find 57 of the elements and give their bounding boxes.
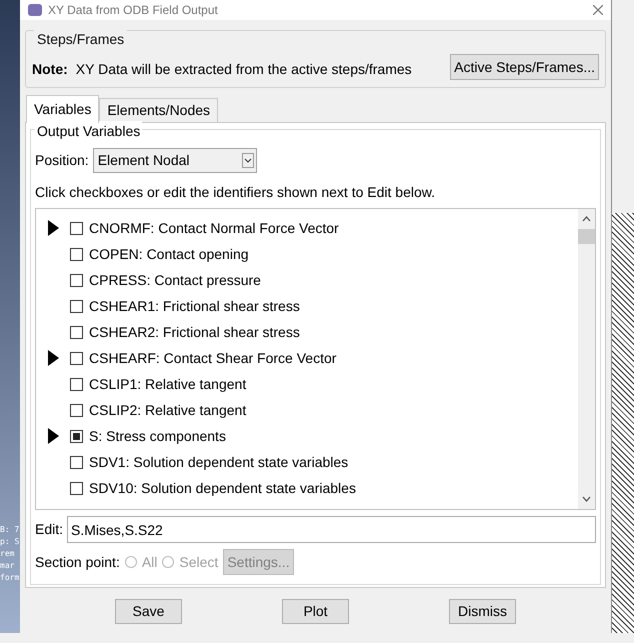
dialog-button[interactable]: Dismiss — [449, 599, 516, 624]
expand-triangle-icon[interactable] — [48, 350, 59, 366]
variable-label[interactable]: CSLIP1: Relative tangent — [89, 374, 246, 394]
dropdown-value: Element Nodal — [98, 151, 190, 170]
checkbox[interactable] — [70, 430, 83, 442]
scroll-thumb[interactable] — [578, 229, 595, 244]
scrollbar[interactable] — [578, 209, 595, 509]
close-icon[interactable] — [593, 5, 603, 15]
checkbox[interactable] — [70, 274, 83, 286]
caret-icon — [242, 153, 254, 168]
variable-label[interactable]: COPEN: Contact opening — [89, 244, 249, 264]
checkbox[interactable] — [70, 222, 83, 234]
radio-label: Select — [179, 552, 218, 572]
expand-triangle-icon[interactable] — [48, 428, 59, 444]
variable-label[interactable]: CSLIP2: Relative tangent — [89, 400, 246, 420]
viewport-text: mar — [0, 561, 16, 571]
instruction-text: Click checkboxes or edit the identifiers shown next to Edit below. — [35, 183, 436, 202]
checkbox[interactable] — [70, 456, 83, 468]
position-dropdown[interactable]: Element Nodal — [92, 148, 257, 173]
viewport-text: p: S — [0, 537, 20, 547]
scroll-down-icon[interactable] — [582, 496, 591, 502]
checkbox[interactable] — [70, 352, 83, 364]
window-title: XY Data from ODB Field Output — [48, 2, 219, 19]
checkbox[interactable] — [70, 248, 83, 260]
expand-triangle-icon[interactable] — [48, 220, 59, 236]
group-title: Output Variables — [35, 121, 142, 142]
variable-label[interactable]: CPRESS: Contact pressure — [89, 270, 261, 290]
checkbox[interactable] — [70, 404, 83, 416]
variable-label[interactable]: SDV1: Solution dependent state variables — [89, 452, 348, 472]
note-label: Note: — [32, 60, 68, 79]
viewport-text: rem — [0, 549, 16, 559]
edit-field[interactable]: S.Mises,S.S22 — [67, 516, 596, 543]
dialog-button[interactable]: Plot — [282, 599, 349, 624]
variable-label[interactable]: SDV10: Solution dependent state variables — [89, 478, 356, 498]
viewport-text: B: 7 — [0, 525, 20, 535]
checkbox[interactable] — [70, 378, 83, 390]
app-icon — [28, 4, 42, 16]
group-title: Steps/Frames — [34, 29, 128, 50]
variable-label[interactable]: CSHEAR1: Frictional shear stress — [89, 296, 300, 316]
position-label: Position: — [35, 151, 89, 170]
edit-label: Edit: — [35, 520, 64, 539]
checkbox[interactable] — [70, 482, 83, 494]
variable-label[interactable]: CNORMF: Contact Normal Force Vector — [89, 218, 339, 238]
variable-label[interactable]: CSHEAR2: Frictional shear stress — [89, 322, 300, 342]
tab[interactable]: Variables — [26, 95, 100, 123]
radio-label: All — [142, 552, 158, 572]
tab[interactable]: Elements/Nodes — [99, 98, 218, 123]
active-steps-button[interactable]: Active Steps/Frames... — [450, 54, 599, 80]
variable-label[interactable]: CSHEARF: Contact Shear Force Vector — [89, 348, 336, 368]
section-point-label: Section point: — [35, 552, 120, 572]
variable-label[interactable]: S: Stress components — [89, 426, 226, 446]
viewport-text: form — [0, 573, 20, 583]
scroll-up-icon[interactable] — [582, 216, 591, 222]
note-text: XY Data will be extracted from the active steps/frames — [76, 60, 413, 79]
checkbox[interactable] — [70, 300, 83, 312]
dialog-button[interactable]: Save — [115, 599, 182, 624]
checkbox[interactable] — [70, 326, 83, 338]
